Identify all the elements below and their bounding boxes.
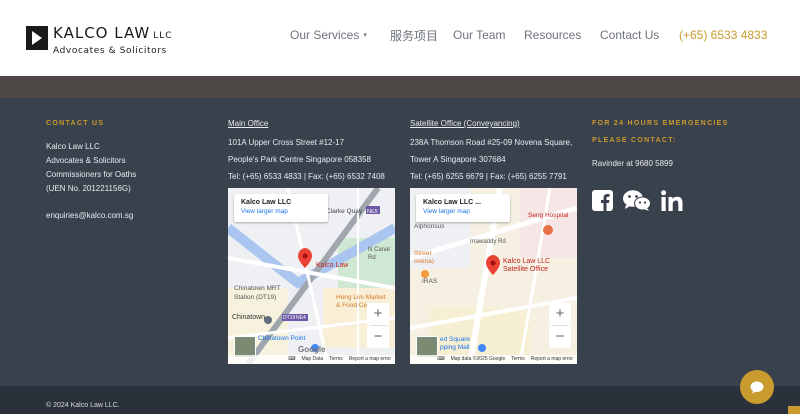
keyboard-shortcuts-icon[interactable]: ⌨ bbox=[437, 356, 444, 363]
satellite-map-label: ovena) bbox=[414, 258, 434, 265]
contact-title: CONTACT US bbox=[46, 120, 105, 127]
chat-button[interactable] bbox=[740, 370, 774, 404]
satellite-map-label: ed Square bbox=[440, 336, 470, 343]
emergency-title: FOR 24 HOURS EMERGENCIES bbox=[592, 120, 729, 127]
satellite-map-label: Alphonsus bbox=[414, 223, 445, 230]
main-map-card-title: Kalco Law LLC bbox=[241, 199, 292, 206]
satellite-office-tel: Tel: (+65) 6255 6679 | Fax: (+65) 6255 7… bbox=[410, 172, 567, 181]
satellite-map-pin-label: Kalco Law LLC bbox=[503, 258, 551, 265]
logo-tagline: Advocates & Solicitors bbox=[53, 46, 167, 56]
satellite-map-attr-data[interactable]: Map data ©2025 Google bbox=[451, 356, 506, 363]
main-map-label: N Canal Rd bbox=[368, 247, 390, 261]
main-map-attr-report[interactable]: Report a map error bbox=[349, 356, 391, 363]
nav-our-team[interactable]: Our Team bbox=[453, 28, 505, 42]
satellite-map-attr-terms[interactable]: Terms bbox=[511, 356, 525, 363]
google-logo: Google bbox=[298, 345, 326, 354]
main-map-attr-data[interactable]: Map Data bbox=[301, 356, 323, 363]
logo-name: KALCO LAW bbox=[53, 24, 151, 42]
nav-phone-link[interactable]: (+65) 6533 4833 bbox=[679, 28, 767, 42]
nav-resources[interactable]: Resources bbox=[524, 28, 581, 42]
linkedin-icon[interactable] bbox=[661, 190, 683, 211]
main-map-label: Clarke Quay bbox=[326, 208, 363, 215]
main-map-label: NE4 bbox=[296, 315, 306, 321]
satellite-map-zoom-in-button[interactable]: + bbox=[549, 303, 571, 325]
logo-llc: LLC bbox=[153, 31, 173, 41]
satellite-map-attr-report[interactable]: Report a map error bbox=[531, 356, 573, 363]
footer: CONTACT US Kalco Law LLC Advocates & Sol… bbox=[0, 98, 800, 386]
main-map-attr-terms[interactable]: Terms bbox=[329, 356, 343, 363]
main-map-label: Hong Lim Market bbox=[336, 294, 386, 301]
social-links bbox=[592, 190, 683, 211]
contact-line: (UEN No. 201221156G) bbox=[46, 184, 131, 193]
chevron-down-icon: ▾ bbox=[363, 32, 367, 39]
main-map-zoom-out-button[interactable]: − bbox=[367, 326, 389, 348]
main-map-label: Chinatown MRT bbox=[234, 285, 281, 292]
satellite-map-card-title: Kalco Law LLC ... bbox=[423, 199, 481, 206]
nav-contact-us[interactable]: Contact Us bbox=[600, 28, 659, 42]
emergency-column: FOR 24 HOURS EMERGENCIES PLEASE CONTACT:… bbox=[592, 120, 729, 171]
main-office-address-line1: 101A Upper Cross Street #12-17 bbox=[228, 138, 345, 147]
main-map-label: NE5 bbox=[367, 209, 378, 215]
facebook-icon[interactable] bbox=[592, 190, 613, 211]
main-map-label: Chinatown bbox=[232, 314, 266, 321]
main-office-column: Main Office 101A Upper Cross Street #12-… bbox=[228, 117, 385, 184]
satellite-map-card: Kalco Law LLC ... View larger map bbox=[416, 194, 510, 222]
satellite-map-view-larger-link[interactable]: View larger map bbox=[423, 208, 503, 215]
main-map-label: Chinatown Point bbox=[258, 335, 306, 342]
satellite-map-pin-label: Satellite Office bbox=[503, 266, 549, 273]
main-map-card: Kalco Law LLC View larger map bbox=[234, 194, 328, 222]
satellite-office-map[interactable]: Kalco Law LLC Satellite Office Seng Hosp… bbox=[410, 188, 577, 364]
main-office-title[interactable]: Main Office bbox=[228, 117, 385, 131]
main-map-attribution: ⌨ Map Data Terms Report a map error bbox=[228, 355, 395, 364]
nav-chinese-services[interactable]: 服务项目 bbox=[390, 27, 438, 44]
nav-our-services-label: Our Services bbox=[290, 28, 360, 42]
wechat-icon[interactable] bbox=[623, 190, 651, 211]
logo-mark-icon bbox=[26, 26, 48, 50]
chat-bubble-icon bbox=[750, 381, 764, 393]
keyboard-shortcuts-icon[interactable]: ⌨ bbox=[288, 356, 295, 363]
main-map-label: & Food Ce bbox=[336, 302, 368, 309]
main-office-address-line2: People's Park Centre Singapore 058358 bbox=[228, 155, 371, 164]
main-map-pin-label: Kalco Law bbox=[316, 262, 349, 269]
emergency-subtitle: PLEASE CONTACT: bbox=[592, 137, 677, 144]
satellite-office-column: Satellite Office (Conveyancing) 238A Tho… bbox=[410, 117, 572, 184]
hero-band bbox=[0, 76, 800, 98]
main-map-view-larger-link[interactable]: View larger map bbox=[241, 208, 321, 215]
contact-line: Commissioners for Oaths bbox=[46, 170, 137, 179]
satellite-map-label: Street bbox=[414, 250, 432, 257]
satellite-map-zoom-out-button[interactable]: − bbox=[549, 326, 571, 348]
main-map-label: DT19 bbox=[283, 315, 296, 321]
satellite-office-address-line2: Tower A Singapore 307684 bbox=[410, 155, 506, 164]
scroll-to-top-tab[interactable] bbox=[788, 406, 800, 414]
contact-line: Advocates & Solicitors bbox=[46, 156, 126, 165]
emergency-contact: Ravinder at 9680 5899 bbox=[592, 159, 673, 168]
satellite-map-label: Seng Hospital bbox=[528, 212, 569, 219]
satellite-office-address-line1: 238A Thomson Road #25-09 Novena Square, bbox=[410, 138, 573, 147]
satellite-office-title[interactable]: Satellite Office (Conveyancing) bbox=[410, 117, 572, 131]
satellite-map-attribution: ⌨ Map data ©2025 Google Terms Report a m… bbox=[410, 355, 577, 364]
main-office-tel: Tel: (+65) 6533 4833 | Fax: (+65) 6532 7… bbox=[228, 172, 385, 181]
satellite-map-label: IRAS bbox=[422, 278, 438, 285]
satellite-map-label: pping Mall bbox=[440, 344, 470, 351]
main-office-map[interactable]: Kalco Law Clarke Quay NE5 N Canal Rd Chi… bbox=[228, 188, 395, 364]
satellite-map-label: Irrawaddy Rd bbox=[470, 239, 506, 245]
footer-bottom-bar: © 2024 Kalco Law LLC. bbox=[0, 386, 800, 414]
logo[interactable]: KALCO LAW LLC Advocates & Solicitors bbox=[26, 26, 173, 56]
main-map-zoom-in-button[interactable]: + bbox=[367, 303, 389, 325]
site-header: KALCO LAW LLC Advocates & Solicitors Our … bbox=[0, 0, 800, 76]
contact-email[interactable]: enquiries@kalco.com.sg bbox=[46, 209, 136, 223]
main-map-label: Station (DT19) bbox=[234, 294, 277, 301]
contact-line: Kalco Law LLC bbox=[46, 142, 100, 151]
contact-column: CONTACT US Kalco Law LLC Advocates & Sol… bbox=[46, 120, 136, 223]
nav-our-services[interactable]: Our Services ▾ bbox=[290, 28, 367, 42]
copyright: © 2024 Kalco Law LLC. bbox=[46, 402, 120, 409]
